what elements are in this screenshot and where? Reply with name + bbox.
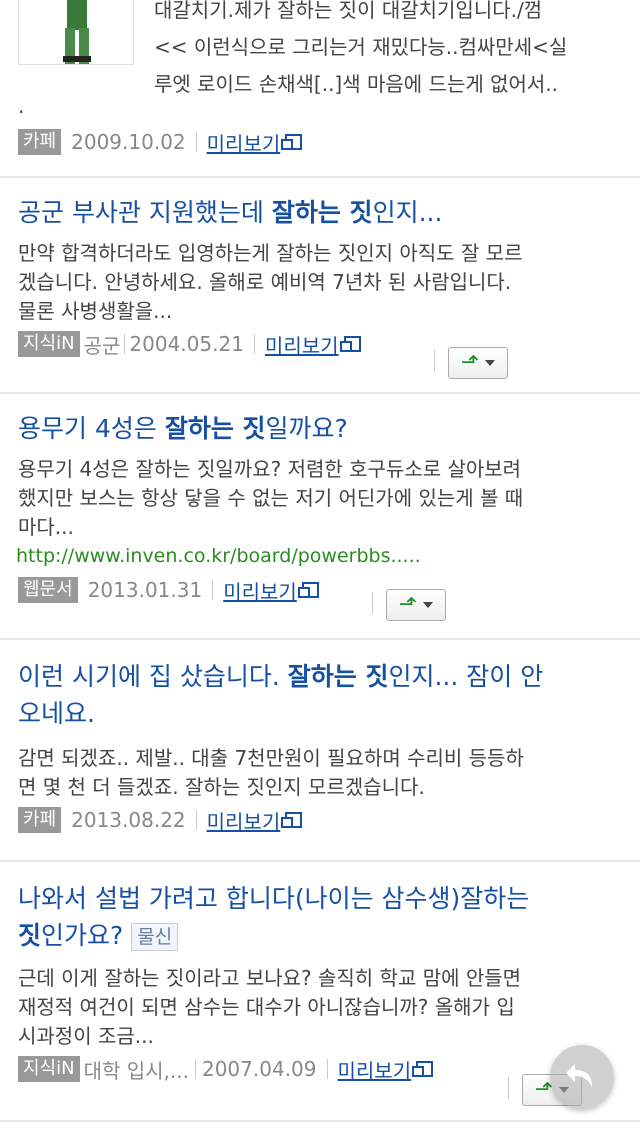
result-description: 대갈치기.제가 잘하는 짓이 대갈치기입니다./껌 << 이런식으로 그리는거 … <box>154 0 568 96</box>
popup-window-icon <box>281 812 303 828</box>
divider <box>194 1059 196 1079</box>
author-tag[interactable]: 물신 <box>131 923 179 951</box>
result-item: 대갈치기.제가 잘하는 짓이 대갈치기입니다./껌 << 이런식으로 그리는거 … <box>0 0 640 178</box>
share-arrow-icon: ⬏ <box>398 592 418 617</box>
result-title[interactable]: 공군 부사관 지원했는데 잘하는 짓인지... <box>18 194 622 231</box>
source-badge: 카페 <box>18 807 62 833</box>
result-date: 2013.01.31 <box>87 578 203 602</box>
popup-window-icon <box>297 582 319 598</box>
preview-link[interactable]: 미리보기 <box>338 1055 434 1084</box>
preview-link[interactable]: 미리보기 <box>207 128 303 157</box>
source-badge: 지식iN <box>18 331 80 357</box>
source-badge: 카페 <box>18 129 62 155</box>
divider <box>253 334 255 354</box>
result-url[interactable]: http://www.inven.co.kr/board/powerbbs...… <box>16 542 622 570</box>
result-meta: 카페 2009.10.02 미리보기 <box>18 126 303 158</box>
result-date: 2007.04.09 <box>201 1057 317 1081</box>
share-button[interactable]: ⬏ <box>386 589 446 621</box>
share-button[interactable]: ⬏ <box>448 347 508 379</box>
result-date: 2004.05.21 <box>129 332 244 356</box>
preview-label: 미리보기 <box>264 333 339 358</box>
preview-link[interactable]: 미리보기 <box>265 330 361 359</box>
result-title[interactable]: 이런 시기에 집 샀습니다. 잘하는 짓인지... 잠이 안 오네요. <box>18 658 622 732</box>
result-item: 이런 시기에 집 샀습니다. 잘하는 짓인지... 잠이 안 오네요. 감면 되… <box>0 640 640 862</box>
result-meta: 카페 2013.08.22 미리보기 <box>18 804 622 836</box>
divider <box>195 132 197 152</box>
popup-window-icon <box>412 1061 434 1077</box>
result-description: 근데 이게 잘하는 짓이라고 보나요? 솔직히 학교 맘에 안들면 재정적 여건… <box>18 966 522 1048</box>
result-item: 나와서 설법 가려고 합니다(나이는 삼수생)잘하는 짓인가요? 물신 근데 이… <box>0 862 640 1122</box>
result-description: 감면 되겠죠.. 제발.. 대출 7천만원이 필요하며 수리비 등등하 면 몇 … <box>18 746 524 799</box>
result-date: 2009.10.02 <box>71 130 186 154</box>
result-meta: 지식iN 공군 2004.05.21 미리보기 <box>18 328 622 360</box>
divider <box>508 1077 509 1099</box>
divider <box>124 334 126 354</box>
preview-label: 미리보기 <box>337 1058 412 1083</box>
result-item: 공군 부사관 지원했는데 잘하는 짓인지... 만약 합격하더라도 입영하는게 … <box>0 178 640 394</box>
chevron-down-icon <box>423 602 434 608</box>
result-title[interactable]: 용무기 4성은 잘하는 짓일까요? <box>18 410 622 447</box>
preview-label: 미리보기 <box>206 809 281 834</box>
result-date: 2013.08.22 <box>71 808 186 832</box>
result-description: 만약 합격하더라도 입영하는게 잘하는 짓인지 아직도 잘 모르 겠습니다. 안… <box>18 241 523 323</box>
divider <box>372 592 373 614</box>
popup-window-icon <box>281 134 303 150</box>
preview-label: 미리보기 <box>223 579 297 604</box>
back-to-top-button[interactable] <box>550 1045 614 1109</box>
preview-link[interactable]: 미리보기 <box>223 576 319 605</box>
chevron-down-icon <box>485 360 496 366</box>
source-badge: 웹문서 <box>18 577 78 603</box>
result-title[interactable]: 나와서 설법 가려고 합니다(나이는 삼수생)잘하는 짓인가요? 물신 <box>18 880 622 954</box>
preview-label: 미리보기 <box>206 131 281 156</box>
share-arrow-icon: ⬏ <box>460 350 480 375</box>
divider <box>326 1059 328 1079</box>
divider <box>434 350 435 372</box>
preview-link[interactable]: 미리보기 <box>207 806 303 835</box>
source-badge: 지식iN <box>18 1056 80 1082</box>
result-meta: 웹문서 2013.01.31 미리보기 <box>18 574 622 606</box>
divider <box>195 810 197 830</box>
popup-window-icon <box>339 336 361 352</box>
thumbnail-image[interactable] <box>18 0 134 65</box>
divider <box>212 580 214 600</box>
result-item: 용무기 4성은 잘하는 짓일까요? 용무기 4성은 잘하는 짓일까요? 저렴한 … <box>0 394 640 640</box>
description-tail: . <box>18 94 25 118</box>
result-description: 용무기 4성은 잘하는 짓일까요? 저렴한 호구듀소로 살아보려 했지만 보스는… <box>18 457 524 539</box>
category-label[interactable]: 공군 <box>84 330 121 359</box>
category-label[interactable]: 대학 입시,... <box>84 1055 189 1084</box>
back-arrow-icon <box>566 1064 592 1087</box>
